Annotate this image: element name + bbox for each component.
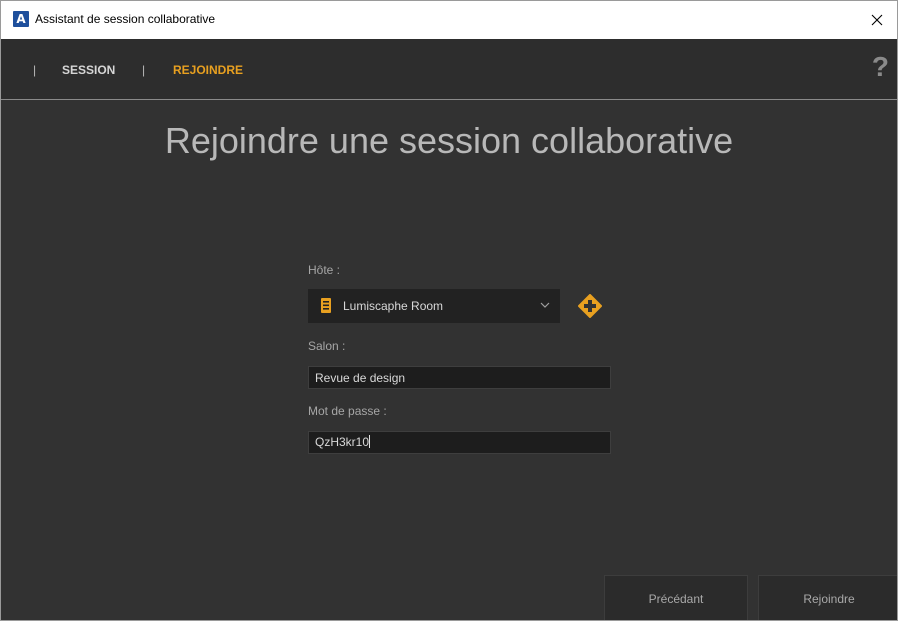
host-select-value: Lumiscaphe Room — [343, 299, 444, 313]
nav-separator: | — [33, 63, 37, 77]
wizard-window: A Assistant de session collaborative | S… — [0, 0, 898, 621]
close-icon — [871, 14, 883, 26]
host-label: Hôte : — [308, 263, 341, 277]
text-caret — [369, 435, 371, 448]
server-icon — [321, 298, 331, 313]
join-button[interactable]: Rejoindre — [758, 575, 897, 620]
chevron-down-icon — [540, 302, 550, 308]
nav-separator: | — [142, 63, 146, 77]
page-title: Rejoindre une session collaborative — [164, 120, 734, 161]
password-input-value: QzH3kr10 — [315, 435, 370, 449]
room-input[interactable] — [308, 366, 611, 389]
close-button[interactable] — [857, 1, 897, 39]
window-title: Assistant de session collaborative — [35, 12, 216, 26]
host-select[interactable]: Lumiscaphe Room — [308, 289, 560, 323]
password-input[interactable]: QzH3kr10 — [308, 431, 611, 454]
tab-session[interactable]: SESSION — [62, 63, 115, 77]
app-logo-icon: A — [13, 11, 29, 27]
add-host-button[interactable] — [578, 294, 602, 318]
wizard-nav: | SESSION | REJOINDRE ? — [1, 39, 897, 100]
tab-rejoindre[interactable]: REJOINDRE — [173, 63, 243, 77]
password-label: Mot de passe : — [308, 404, 387, 418]
previous-button[interactable]: Précédant — [604, 575, 748, 620]
help-button[interactable]: ? — [872, 51, 889, 83]
room-label: Salon : — [308, 339, 346, 353]
title-bar: A Assistant de session collaborative — [1, 1, 897, 39]
